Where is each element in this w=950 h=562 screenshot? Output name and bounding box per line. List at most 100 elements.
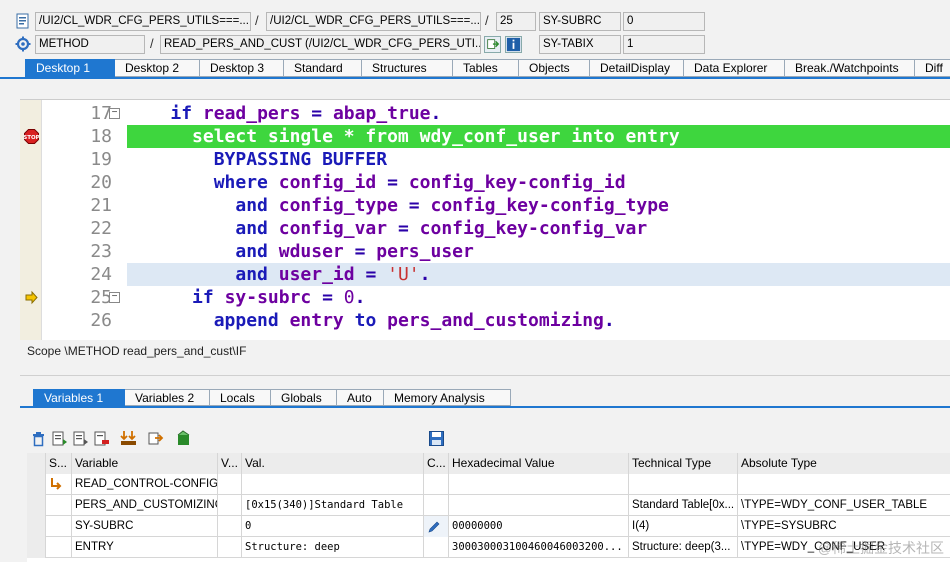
c-cell[interactable] — [424, 516, 449, 537]
code-text[interactable]: and user_id = 'U'. — [127, 263, 950, 286]
row-status — [46, 516, 72, 537]
column-header[interactable] — [27, 453, 46, 474]
code-text[interactable]: if sy-subrc = 0. — [127, 286, 950, 309]
variables-grid: S... Variable V... Val. C... Hexadecimal… — [27, 453, 950, 562]
variable-cell[interactable]: SY-SUBRC — [72, 516, 218, 537]
column-header-hexadecimal[interactable]: Hexadecimal Value — [449, 453, 629, 474]
separator-slash: / — [485, 13, 489, 28]
code-line-current-statement: STOP 18 select single * from wdy_conf_us… — [20, 125, 950, 148]
technical-type-cell: Standard Table[0x... — [629, 495, 738, 516]
column-header-technical-type[interactable]: Technical Type — [629, 453, 738, 474]
absolute-type-cell — [738, 474, 950, 495]
row-status — [46, 495, 72, 516]
sy-subrc-name-field[interactable]: SY-SUBRC — [539, 12, 621, 31]
program-field[interactable]: /UI2/CL_WDR_CFG_PERS_UTILS===... — [35, 12, 251, 31]
code-text[interactable]: if read_pers = abap_true. — [127, 102, 950, 125]
tab-desktop-3[interactable]: Desktop 3 — [200, 59, 284, 77]
row-selector[interactable] — [27, 537, 46, 558]
table-row[interactable]: PERS_AND_CUSTOMIZING [0x15(340)]Standard… — [27, 495, 950, 516]
tab-structures[interactable]: Structures — [362, 59, 453, 77]
code-text[interactable]: append entry to pers_and_customizing. — [127, 309, 950, 332]
tab-desktop-2[interactable]: Desktop 2 — [115, 59, 200, 77]
include-field[interactable]: /UI2/CL_WDR_CFG_PERS_UTILS===... — [266, 12, 481, 31]
code-line: 23 and wduser = pers_user — [20, 240, 950, 263]
code-line: 25 − if sy-subrc = 0. — [20, 286, 950, 309]
copy-row-icon[interactable] — [72, 430, 89, 447]
technical-type-cell: I(4) — [629, 516, 738, 537]
column-header-absolute-type[interactable]: Absolute Type — [738, 453, 950, 474]
tab-memory-analysis[interactable]: Memory Analysis — [384, 389, 511, 406]
tab-data-explorer[interactable]: Data Explorer — [684, 59, 785, 77]
tab-variables-1[interactable]: Variables 1 — [33, 389, 125, 406]
column-header-variable[interactable]: Variable — [72, 453, 218, 474]
insert-row-icon[interactable] — [51, 430, 68, 447]
navigate-source-icon[interactable] — [484, 36, 501, 53]
tab-tables[interactable]: Tables — [453, 59, 519, 77]
code-text[interactable]: and config_var = config_key-config_var — [127, 217, 950, 240]
value-cell[interactable] — [242, 474, 424, 495]
method-icon — [15, 36, 31, 52]
delete-icon[interactable] — [30, 430, 47, 447]
event-type-field[interactable]: METHOD — [35, 35, 145, 54]
v-cell — [218, 495, 242, 516]
transfer-icon[interactable] — [147, 430, 164, 447]
variable-cell[interactable]: READ_CONTROL-CONFIG... — [72, 474, 218, 495]
code-text[interactable]: and wduser = pers_user — [127, 240, 950, 263]
column-header-status[interactable]: S... — [46, 453, 72, 474]
row-status — [46, 474, 72, 495]
table-row[interactable]: ENTRY Structure: deep 300030003100460046… — [27, 537, 950, 558]
tab-locals[interactable]: Locals — [210, 389, 271, 406]
delete-row-icon[interactable] — [93, 430, 110, 447]
line-number: 26 — [90, 310, 112, 331]
source-editor[interactable]: 17 − if read_pers = abap_true. STOP 18 s… — [20, 99, 950, 340]
edit-pencil-icon[interactable] — [427, 519, 442, 534]
variable-cell[interactable]: PERS_AND_CUSTOMIZING — [72, 495, 218, 516]
row-selector[interactable] — [27, 516, 46, 537]
column-header-v[interactable]: V... — [218, 453, 242, 474]
column-header-value[interactable]: Val. — [242, 453, 424, 474]
tab-diff[interactable]: Diff — [915, 59, 950, 77]
watermark: @稀土掘金技术社区 — [817, 540, 944, 556]
fold-toggle-icon[interactable]: − — [109, 108, 120, 119]
sy-tabix-value-field[interactable]: 1 — [623, 35, 705, 54]
separator-slash: / — [150, 36, 154, 51]
hex-cell: 300030003100460046003200... — [449, 537, 629, 558]
value-cell[interactable]: Structure: deep — [242, 537, 424, 558]
stop-breakpoint-icon[interactable]: STOP — [24, 129, 39, 144]
code-text-highlighted[interactable]: select single * from wdy_conf_user into … — [127, 125, 950, 148]
save-icon[interactable] — [428, 430, 445, 447]
code-text[interactable]: BYPASSING BUFFER — [127, 148, 950, 171]
value-cell[interactable]: 0 — [242, 516, 424, 537]
code-text[interactable]: where config_id = config_key-config_id — [127, 171, 950, 194]
tab-detail-display[interactable]: DetailDisplay — [590, 59, 684, 77]
code-line: 17 − if read_pers = abap_true. — [20, 102, 950, 125]
column-header-c[interactable]: C... — [424, 453, 449, 474]
grid-header-row: S... Variable V... Val. C... Hexadecimal… — [27, 453, 950, 474]
variable-cell[interactable]: ENTRY — [72, 537, 218, 558]
sy-subrc-value-field[interactable]: 0 — [623, 12, 705, 31]
tab-break-watchpoints[interactable]: Break./Watchpoints — [785, 59, 915, 77]
c-cell — [424, 474, 449, 495]
tab-globals[interactable]: Globals — [271, 389, 337, 406]
tab-desktop-1[interactable]: Desktop 1 — [25, 59, 115, 77]
pin-variables-icon[interactable] — [175, 430, 192, 447]
move-rows-icon[interactable] — [120, 430, 137, 447]
table-row[interactable]: SY-SUBRC 0 00000000 I(4) \TYPE=SYSUBRC — [27, 516, 950, 537]
info-icon[interactable] — [505, 36, 522, 53]
tab-objects[interactable]: Objects — [519, 59, 590, 77]
sy-tabix-name-field[interactable]: SY-TABIX — [539, 35, 621, 54]
fold-toggle-icon[interactable]: − — [109, 292, 120, 303]
row-selector[interactable] — [27, 474, 46, 495]
tab-variables-2[interactable]: Variables 2 — [125, 389, 210, 406]
technical-type-cell: Structure: deep(3... — [629, 537, 738, 558]
code-text[interactable]: and config_type = config_key-config_type — [127, 194, 950, 217]
panel-divider[interactable] — [20, 375, 950, 376]
value-cell[interactable]: [0x15(340)]Standard Table — [242, 495, 424, 516]
event-field[interactable]: READ_PERS_AND_CUST (/UI2/CL_WDR_CFG_PERS… — [160, 35, 481, 54]
code-line-cursor: 24 and user_id = 'U'. — [20, 263, 950, 286]
table-row[interactable]: READ_CONTROL-CONFIG... — [27, 474, 950, 495]
tab-auto[interactable]: Auto — [337, 389, 384, 406]
row-selector[interactable] — [27, 495, 46, 516]
line-number-field[interactable]: 25 — [496, 12, 536, 31]
tab-standard[interactable]: Standard — [284, 59, 362, 77]
